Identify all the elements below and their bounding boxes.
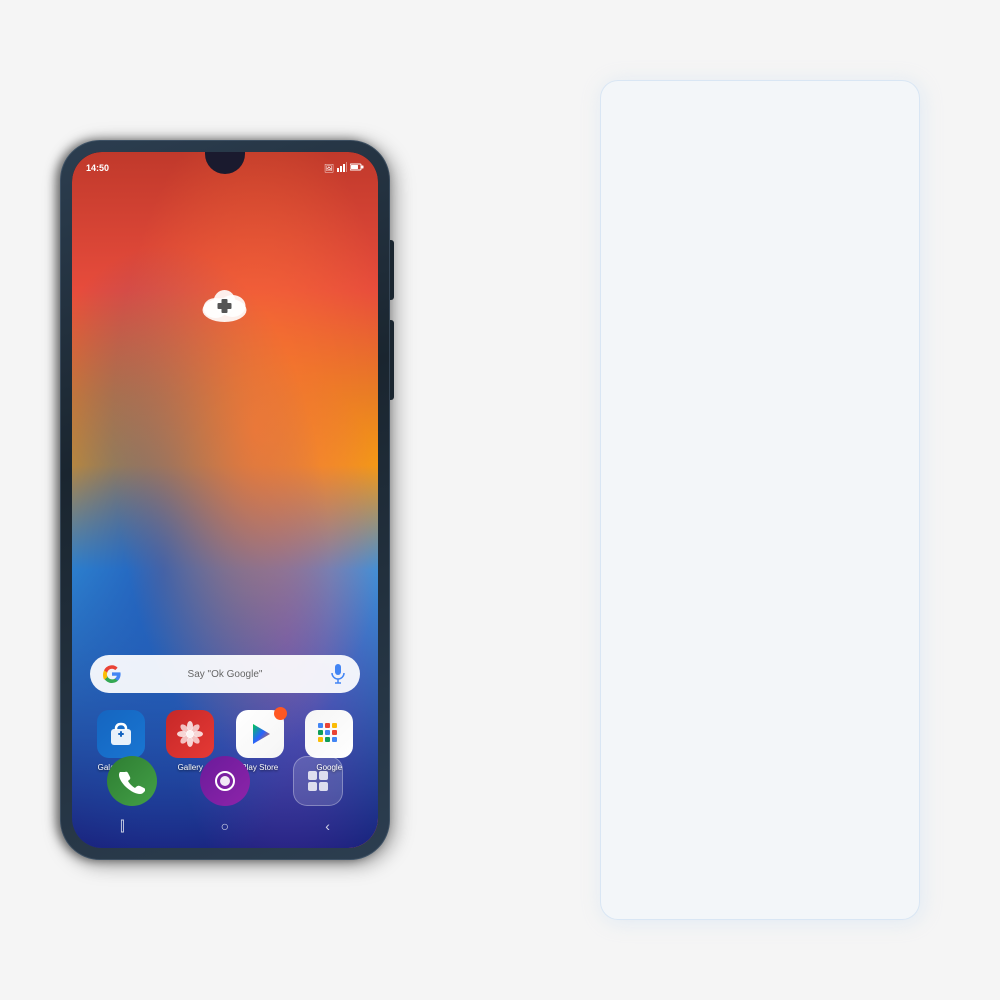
multitasking-icon bbox=[293, 756, 343, 806]
status-time: 14:50 bbox=[86, 163, 109, 173]
app-phone[interactable] bbox=[107, 756, 157, 806]
phone-body: 14:50 🖼 bbox=[60, 140, 390, 860]
scene: 14:50 🖼 bbox=[0, 0, 1000, 1000]
navigation-bar: ⫿ ○ ‹ bbox=[72, 810, 378, 848]
phone-app-icon bbox=[107, 756, 157, 806]
samsung-icon bbox=[200, 756, 250, 806]
cloud-plus-icon bbox=[198, 282, 253, 327]
signal-icon bbox=[337, 162, 347, 174]
status-bar: 14:50 🖼 bbox=[72, 152, 378, 180]
gallery-icon bbox=[166, 710, 214, 758]
cloud-area bbox=[198, 282, 253, 327]
dock-row bbox=[86, 756, 364, 806]
mic-icon bbox=[328, 664, 348, 684]
recent-apps-button[interactable]: ⫿ bbox=[120, 818, 124, 835]
play-store-badge bbox=[274, 707, 287, 720]
app-samsung[interactable] bbox=[200, 756, 250, 806]
battery-icon bbox=[350, 163, 364, 173]
play-store-icon bbox=[236, 710, 284, 758]
status-icons: 🖼 bbox=[324, 162, 364, 174]
glass-protector bbox=[600, 80, 920, 920]
app-multitasking[interactable] bbox=[293, 756, 343, 806]
photo-status-icon: 🖼 bbox=[324, 164, 334, 173]
galaxy-store-icon bbox=[97, 710, 145, 758]
search-placeholder: Say "Ok Google" bbox=[122, 669, 328, 680]
home-button[interactable]: ○ bbox=[221, 818, 229, 834]
google-search-bar[interactable]: Say "Ok Google" bbox=[90, 655, 360, 693]
back-button[interactable]: ‹ bbox=[325, 818, 330, 834]
google-g-logo bbox=[102, 664, 122, 684]
google-app-icon bbox=[305, 710, 353, 758]
phone-screen: 14:50 🖼 bbox=[72, 152, 378, 848]
